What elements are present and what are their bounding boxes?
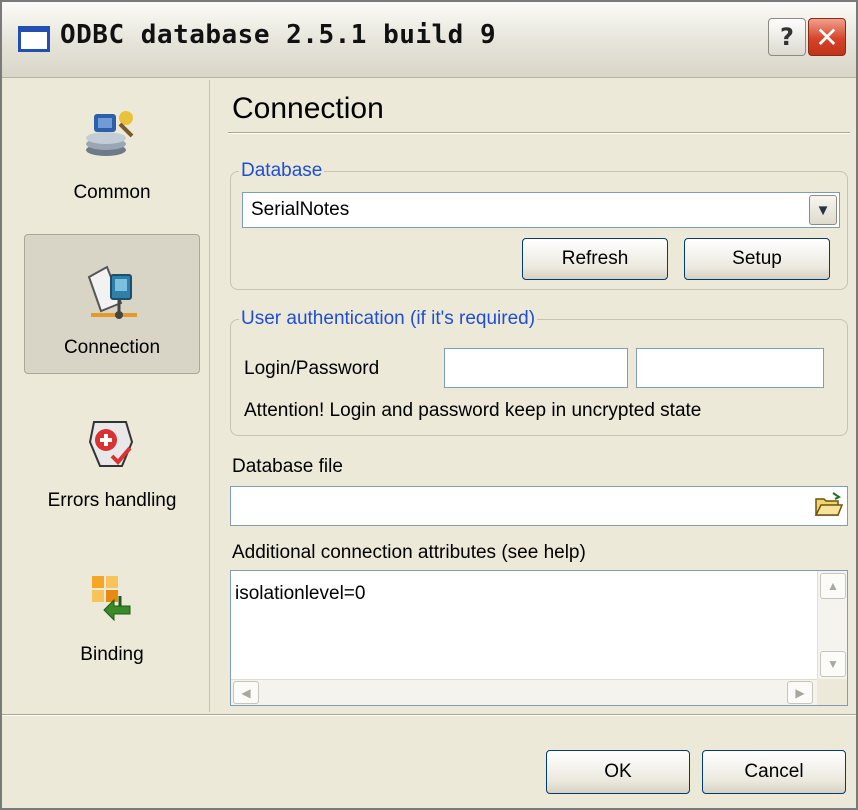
scroll-left-icon[interactable]: ◀ (233, 681, 259, 704)
password-field[interactable] (636, 348, 824, 388)
database-file-field[interactable] (230, 486, 848, 526)
scroll-up-icon[interactable]: ▲ (820, 573, 846, 599)
database-group-legend: Database (241, 160, 323, 181)
vertical-scrollbar[interactable]: ▲ ▼ (817, 571, 847, 679)
sidebar-item-common[interactable]: Common (24, 80, 200, 220)
attributes-textarea[interactable]: isolationlevel=0 ▲ ▼ ◀ ▶ (230, 570, 848, 706)
dialog-window: ODBC database 2.5.1 build 9 ? ✕ Common C… (0, 0, 858, 810)
attention-note: Attention! Login and password keep in un… (244, 400, 702, 421)
common-icon (86, 111, 134, 156)
title-bar[interactable]: ODBC database 2.5.1 build 9 ? ✕ (2, 2, 856, 78)
help-button[interactable]: ? (768, 18, 806, 56)
cancel-button[interactable]: Cancel (702, 750, 846, 794)
database-file-label: Database file (232, 456, 343, 477)
setup-button[interactable]: Setup (684, 238, 830, 280)
errors-handling-icon (88, 421, 134, 467)
sidebar-item-binding[interactable]: Binding (24, 542, 200, 682)
sidebar-item-errors-handling[interactable]: Errors handling (24, 388, 200, 528)
sidebar-item-label: Errors handling (47, 490, 177, 511)
sidebar-item-label: Binding (80, 644, 144, 665)
sidebar: Common Connection Errors handling Bindin… (10, 80, 210, 712)
scroll-corner (817, 679, 847, 705)
sidebar-item-label: Common (73, 182, 151, 203)
connection-panel: Connection Database SerialNotes ▼ Refres… (228, 80, 850, 712)
attributes-value: isolationlevel=0 (235, 583, 366, 604)
auth-group-legend: User authentication (if it's required) (241, 308, 536, 329)
refresh-button[interactable]: Refresh (522, 238, 668, 280)
sidebar-item-connection[interactable]: Connection (24, 234, 200, 374)
database-select-value: SerialNotes (251, 199, 350, 220)
page-title: Connection (232, 92, 384, 125)
binding-icon (92, 576, 131, 622)
window-icon (18, 26, 50, 52)
login-password-label: Login/Password (244, 358, 380, 379)
connection-icon (87, 265, 137, 319)
scroll-right-icon[interactable]: ▶ (787, 681, 813, 704)
ok-button[interactable]: OK (546, 750, 690, 794)
database-select[interactable]: SerialNotes ▼ (242, 192, 840, 228)
footer-divider (2, 714, 856, 716)
login-field[interactable] (444, 348, 628, 388)
horizontal-scrollbar[interactable]: ◀ ▶ (231, 679, 817, 705)
divider (228, 132, 850, 134)
window-title: ODBC database 2.5.1 build 9 (60, 20, 497, 50)
chevron-down-icon[interactable]: ▼ (809, 195, 837, 225)
open-folder-icon[interactable] (813, 491, 843, 521)
close-button[interactable]: ✕ (808, 18, 846, 56)
sidebar-item-label: Connection (63, 337, 161, 358)
attributes-label: Additional connection attributes (see he… (232, 542, 586, 563)
scroll-down-icon[interactable]: ▼ (820, 651, 846, 677)
